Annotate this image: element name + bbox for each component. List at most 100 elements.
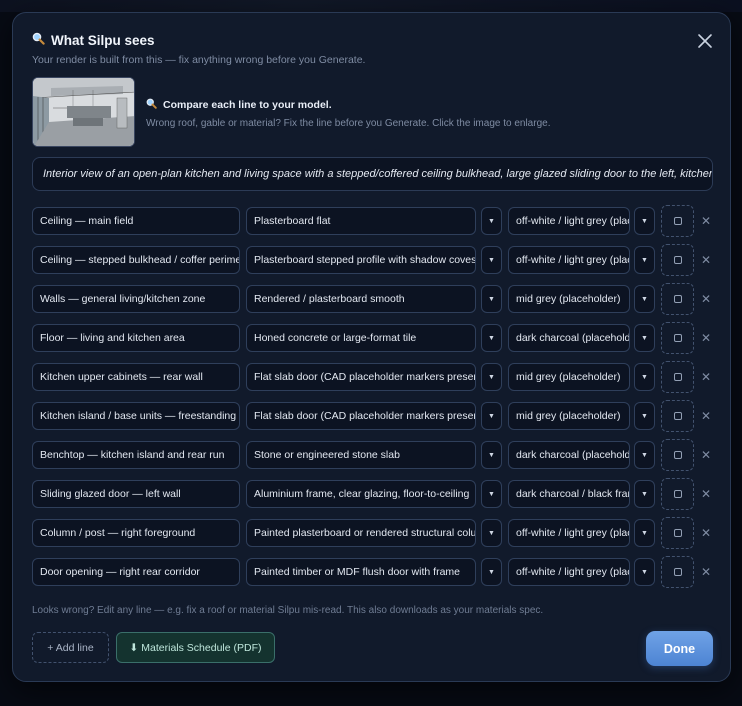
colour-field[interactable]: off-white / light grey (placeholder) — [508, 558, 630, 586]
element-field[interactable]: Kitchen upper cabinets — rear wall — [32, 363, 240, 391]
materials-schedule-pdf-button[interactable]: ⬇ Materials Schedule (PDF) — [116, 632, 275, 663]
render-thumbnail[interactable] — [32, 77, 135, 147]
material-select[interactable]: ▼ — [481, 363, 502, 391]
swatch-picker[interactable] — [661, 322, 694, 354]
colour-select[interactable]: ▼ — [634, 519, 655, 547]
material-field[interactable]: Painted timber or MDF flush door with fr… — [246, 558, 476, 586]
remove-row-button[interactable]: ✕ — [698, 252, 714, 268]
remove-row-button[interactable]: ✕ — [698, 525, 714, 541]
done-button[interactable]: Done — [646, 631, 713, 666]
swatch-picker[interactable] — [661, 283, 694, 315]
download-arrow-icon: ⬇ — [129, 641, 139, 654]
colour-field[interactable]: off-white / light grey (placeholder) — [508, 207, 630, 235]
material-row: Sliding glazed door — left wall Aluminiu… — [32, 478, 722, 518]
close-icon: ✕ — [700, 331, 712, 345]
element-field[interactable]: Column / post — right foreground — [32, 519, 240, 547]
swatch-picker[interactable] — [661, 361, 694, 393]
remove-row-button[interactable]: ✕ — [698, 408, 714, 424]
swatch-picker[interactable] — [661, 556, 694, 588]
colour-select[interactable]: ▼ — [634, 441, 655, 469]
element-field[interactable]: Walls — general living/kitchen zone — [32, 285, 240, 313]
close-icon: ✕ — [700, 565, 712, 579]
material-field[interactable]: Flat slab door (CAD placeholder markers … — [246, 402, 476, 430]
material-select[interactable]: ▼ — [481, 519, 502, 547]
colour-field[interactable]: dark charcoal (placeholder) — [508, 324, 630, 352]
material-select[interactable]: ▼ — [481, 402, 502, 430]
colour-select[interactable]: ▼ — [634, 246, 655, 274]
caret-down-icon: ▼ — [641, 490, 648, 498]
compare-heading: Compare each line to your model. — [146, 98, 550, 112]
element-field[interactable]: Sliding glazed door — left wall — [32, 480, 240, 508]
swatch-checkbox-icon — [673, 490, 682, 498]
remove-row-button[interactable]: ✕ — [698, 213, 714, 229]
material-field[interactable]: Plasterboard flat — [246, 207, 476, 235]
element-field[interactable]: Benchtop — kitchen island and rear run — [32, 441, 240, 469]
element-field[interactable]: Ceiling — main field — [32, 207, 240, 235]
colour-select[interactable]: ▼ — [634, 324, 655, 352]
compare-panel: Compare each line to your model. Wrong r… — [146, 98, 550, 129]
remove-row-button[interactable]: ✕ — [698, 447, 714, 463]
swatch-picker[interactable] — [661, 244, 694, 276]
swatch-picker[interactable] — [661, 478, 694, 510]
remove-row-button[interactable]: ✕ — [698, 291, 714, 307]
colour-field[interactable]: dark charcoal / black frame — [508, 480, 630, 508]
material-select[interactable]: ▼ — [481, 285, 502, 313]
remove-row-button[interactable]: ✕ — [698, 330, 714, 346]
material-select[interactable]: ▼ — [481, 480, 502, 508]
caret-down-icon: ▼ — [488, 568, 495, 576]
colour-field[interactable]: off-white / light grey (placeholder) — [508, 246, 630, 274]
swatch-picker[interactable] — [661, 517, 694, 549]
material-field[interactable]: Honed concrete or large-format tile — [246, 324, 476, 352]
colour-select[interactable]: ▼ — [634, 402, 655, 430]
swatch-checkbox-icon — [673, 451, 682, 459]
scene-description-field[interactable]: Interior view of an open-plan kitchen an… — [32, 157, 713, 191]
material-select[interactable]: ▼ — [481, 246, 502, 274]
material-field[interactable]: Rendered / plasterboard smooth — [246, 285, 476, 313]
colour-select[interactable]: ▼ — [634, 285, 655, 313]
swatch-picker[interactable] — [661, 400, 694, 432]
remove-row-button[interactable]: ✕ — [698, 486, 714, 502]
caret-down-icon: ▼ — [641, 295, 648, 303]
swatch-picker[interactable] — [661, 439, 694, 471]
element-field[interactable]: Floor — living and kitchen area — [32, 324, 240, 352]
material-field[interactable]: Stone or engineered stone slab — [246, 441, 476, 469]
colour-select[interactable]: ▼ — [634, 558, 655, 586]
element-field[interactable]: Kitchen island / base units — freestandi… — [32, 402, 240, 430]
element-field[interactable]: Ceiling — stepped bulkhead / coffer peri… — [32, 246, 240, 274]
material-select[interactable]: ▼ — [481, 558, 502, 586]
remove-row-button[interactable]: ✕ — [698, 564, 714, 580]
caret-down-icon: ▼ — [488, 412, 495, 420]
close-icon: ✕ — [700, 370, 712, 384]
caret-down-icon: ▼ — [488, 451, 495, 459]
caret-down-icon: ▼ — [488, 217, 495, 225]
colour-select[interactable]: ▼ — [634, 207, 655, 235]
colour-select[interactable]: ▼ — [634, 363, 655, 391]
add-line-button[interactable]: + Add line — [32, 632, 109, 663]
material-field[interactable]: Painted plasterboard or rendered structu… — [246, 519, 476, 547]
material-select[interactable]: ▼ — [481, 324, 502, 352]
colour-select[interactable]: ▼ — [634, 480, 655, 508]
material-field[interactable]: Flat slab door (CAD placeholder markers … — [246, 363, 476, 391]
caret-down-icon: ▼ — [488, 295, 495, 303]
colour-field[interactable]: mid grey (placeholder) — [508, 363, 630, 391]
colour-field[interactable]: mid grey (placeholder) — [508, 285, 630, 313]
swatch-checkbox-icon — [673, 412, 682, 420]
materials-list: Ceiling — main field Plasterboard flat ▼… — [32, 205, 722, 596]
caret-down-icon: ▼ — [641, 373, 648, 381]
material-field[interactable]: Plasterboard stepped profile with shadow… — [246, 246, 476, 274]
remove-row-button[interactable]: ✕ — [698, 369, 714, 385]
close-icon — [698, 34, 712, 48]
colour-field[interactable]: mid grey (placeholder) — [508, 402, 630, 430]
colour-field[interactable]: off-white / light grey (placeholder) — [508, 519, 630, 547]
render-thumbnail-image — [33, 78, 134, 146]
element-field[interactable]: Door opening — right rear corridor — [32, 558, 240, 586]
colour-field[interactable]: dark charcoal (placeholder) — [508, 441, 630, 469]
swatch-picker[interactable] — [661, 205, 694, 237]
swatch-checkbox-icon — [673, 334, 682, 342]
material-field[interactable]: Aluminium frame, clear glazing, floor-to… — [246, 480, 476, 508]
compare-heading-text: Compare each line to your model. — [163, 99, 332, 111]
material-select[interactable]: ▼ — [481, 207, 502, 235]
material-select[interactable]: ▼ — [481, 441, 502, 469]
close-button[interactable] — [693, 29, 717, 53]
close-icon: ✕ — [700, 253, 712, 267]
